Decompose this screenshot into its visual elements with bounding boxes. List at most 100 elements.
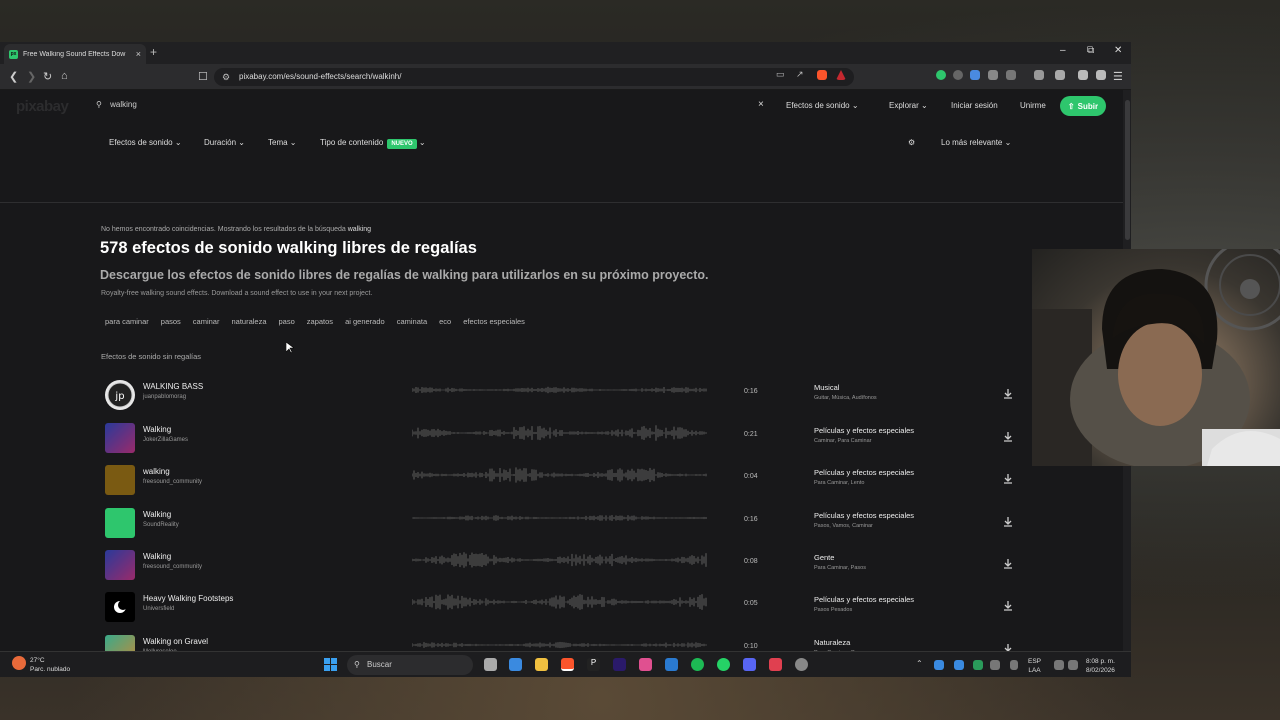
waveform-wrap[interactable] [411, 382, 708, 403]
tab-close-icon[interactable]: × [136, 49, 141, 59]
waveform[interactable] [411, 594, 708, 610]
result-thumbnail[interactable] [105, 465, 135, 495]
home-icon[interactable]: ⌂ [61, 70, 68, 82]
download-icon[interactable] [1000, 386, 1016, 402]
explore-dropdown[interactable]: Explorar ⌄ [889, 101, 928, 110]
result-category[interactable]: Películas y efectos especiales [814, 426, 914, 435]
tag-chip[interactable]: pasos [161, 317, 181, 326]
result-row[interactable]: Walking JokerZillaGames 0:21 Películas y ef… [100, 423, 1020, 459]
result-thumbnail[interactable] [105, 550, 135, 580]
tag-chip[interactable]: naturaleza [231, 317, 266, 326]
tag-chip[interactable]: zapatos [307, 317, 333, 326]
result-thumbnail[interactable]: jp [105, 380, 135, 410]
tag-chip[interactable]: caminar [193, 317, 220, 326]
result-title[interactable]: Walking [143, 552, 171, 561]
result-thumbnail[interactable] [105, 635, 135, 651]
tag-chip[interactable]: efectos especiales [463, 317, 525, 326]
new-tab-button[interactable]: + [150, 45, 157, 59]
result-row[interactable]: jp WALKING BASS juanpablomorag 0:16 Musical G… [100, 380, 1020, 416]
display-icon[interactable] [1054, 660, 1064, 670]
onedrive-icon[interactable] [934, 660, 944, 670]
result-title[interactable]: Heavy Walking Footsteps [143, 594, 233, 603]
result-category[interactable]: Musical [814, 383, 839, 392]
taskbar-search[interactable]: ⚲ Buscar [347, 655, 473, 675]
windows-start-icon[interactable] [324, 658, 337, 671]
result-category[interactable]: Películas y efectos especiales [814, 468, 914, 477]
sidebar-icon[interactable] [1034, 70, 1044, 80]
tag-chip[interactable]: ai generado [345, 317, 385, 326]
extension-blue-icon[interactable] [970, 70, 980, 80]
waveform-wrap[interactable] [411, 637, 708, 651]
filter-theme[interactable]: Tema ⌄ [268, 138, 297, 147]
result-title[interactable]: Walking [143, 425, 171, 434]
screenshot-icon[interactable] [1006, 70, 1016, 80]
discord-icon[interactable] [743, 658, 756, 671]
extension-gray-icon[interactable] [953, 70, 963, 80]
vpn-icon[interactable] [1096, 70, 1106, 80]
result-category[interactable]: Gente [814, 553, 834, 562]
result-row[interactable]: Heavy Walking Footsteps Universfield 0:05 P… [100, 592, 1020, 628]
waveform-wrap[interactable] [411, 425, 708, 446]
result-subtags[interactable]: Guitar, Música, Audífonos [814, 395, 877, 401]
login-link[interactable]: Iniciar sesión [951, 101, 998, 110]
volume-icon[interactable] [1068, 660, 1078, 670]
bookmark-icon[interactable]: ☐ [198, 70, 208, 83]
cloud-icon[interactable] [954, 660, 964, 670]
clear-search-icon[interactable]: × [758, 99, 764, 110]
no-match-term[interactable]: walking [348, 226, 371, 233]
store-icon[interactable] [509, 658, 522, 671]
result-thumbnail[interactable] [105, 592, 135, 622]
result-author[interactable]: JokerZillaGames [143, 437, 188, 443]
whatsapp-icon[interactable] [717, 658, 730, 671]
photos-icon[interactable] [639, 658, 652, 671]
result-subtags[interactable]: Pasos, Vamos, Caminar [814, 523, 873, 529]
result-author[interactable]: SoundReality [143, 522, 179, 528]
waveform[interactable] [411, 552, 708, 568]
tab-active[interactable]: px Free Walking Sound Effects Dow × [4, 44, 146, 64]
download-icon[interactable] [1000, 598, 1016, 614]
waveform[interactable] [411, 382, 708, 398]
menu-icon[interactable]: ☰ [1113, 70, 1123, 83]
result-subtags[interactable]: Para Caminar, Lento [814, 480, 864, 486]
premiere-icon[interactable] [613, 658, 626, 671]
tag-chip[interactable]: caminata [397, 317, 427, 326]
result-thumbnail[interactable] [105, 508, 135, 538]
forward-icon[interactable]: ❯ [27, 70, 36, 83]
close-window-icon[interactable]: ✕ [1114, 45, 1122, 56]
sort-dropdown[interactable]: Lo más relevante ⌄ [941, 138, 1011, 147]
effects-dropdown[interactable]: Efectos de sonido ⌄ [786, 101, 859, 110]
waveform-wrap[interactable] [411, 594, 708, 615]
waveform[interactable] [411, 467, 708, 483]
result-row[interactable]: Walking on GravelMollyroselee0:10Natural… [100, 635, 1020, 651]
download-icon[interactable] [1000, 471, 1016, 487]
task-view-icon[interactable] [484, 658, 497, 671]
filter-content-type[interactable]: Tipo de contenido NUEVO ⌄ [320, 138, 426, 149]
waveform[interactable] [411, 637, 708, 651]
result-category[interactable]: Películas y efectos especiales [814, 595, 914, 604]
back-icon[interactable]: ❮ [9, 70, 18, 83]
weather-widget[interactable]: 27°C Parc. nublado [30, 656, 70, 674]
file-explorer-icon[interactable] [535, 658, 548, 671]
download-icon[interactable] [1000, 514, 1016, 530]
clock[interactable]: 8:08 p. m. 8/02/2026 [1086, 657, 1115, 675]
vscode-icon[interactable] [665, 658, 678, 671]
tray-chevron-icon[interactable]: ⌃ [916, 659, 923, 668]
reload-icon[interactable]: ↻ [43, 70, 52, 83]
download-icon[interactable] [1000, 429, 1016, 445]
pixabay-logo[interactable]: pixabay [16, 98, 69, 115]
result-title[interactable]: WALKING BASS [143, 382, 203, 391]
result-author[interactable]: Universfield [143, 606, 174, 612]
download-icon[interactable] [1000, 641, 1016, 651]
result-subtags[interactable]: Caminar, Para Caminar [814, 438, 871, 444]
leo-ai-icon[interactable] [1078, 70, 1088, 80]
bluetooth-icon[interactable] [990, 660, 1000, 670]
extension-green-icon[interactable] [936, 70, 946, 80]
weather-icon[interactable] [12, 656, 26, 670]
url-field[interactable]: ⚙ pixabay.com/es/sound-effects/search/wa… [214, 68, 854, 86]
waveform[interactable] [411, 510, 708, 526]
upload-button[interactable]: ⇧ Subir [1060, 96, 1106, 116]
waveform-wrap[interactable] [411, 467, 708, 488]
result-subtags[interactable]: Pasos Pesados [814, 607, 852, 613]
brave-shields-icon[interactable] [817, 70, 827, 80]
settings-gear-icon[interactable]: ⚙ [908, 138, 915, 147]
